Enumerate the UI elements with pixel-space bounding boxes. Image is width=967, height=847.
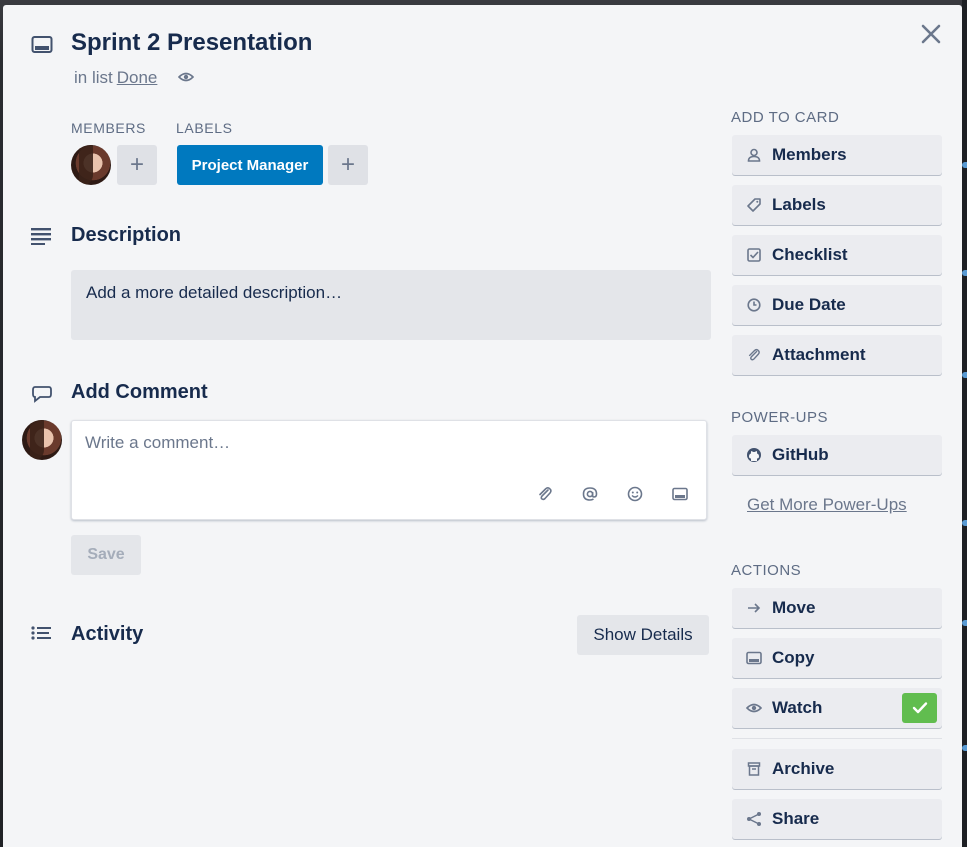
description-placeholder[interactable]: Add a more detailed description… [71,270,711,340]
activity-icon [31,626,51,640]
tag-icon [746,197,762,213]
at-icon [582,487,598,501]
add-member-button[interactable]: + [117,145,157,185]
card-title[interactable]: Sprint 2 Presentation [71,29,312,57]
arrow-right-icon [746,600,762,616]
sidebar-copy-button[interactable]: Copy [732,638,942,678]
add-to-card-label: ADD TO CARD [731,109,840,126]
actions-label: ACTIONS [731,562,802,579]
get-more-power-ups-link[interactable]: Get More Power-Ups [747,495,907,515]
in-list-prefix: in list [74,68,113,87]
sidebar-move-label: Move [772,598,816,617]
sidebar-members-button[interactable]: Members [732,135,942,175]
sidebar-move-button[interactable]: Move [732,588,942,628]
list-location: in list Done [74,68,157,88]
current-user-avatar [22,420,62,460]
sidebar-checklist-button[interactable]: Checklist [732,235,942,275]
show-details-button[interactable]: Show Details [577,615,709,655]
card-icon [31,36,53,53]
watch-active-badge [902,693,937,723]
card-detail-modal: Sprint 2 Presentation in list Done MEMBER… [3,5,962,847]
emoji-button[interactable] [623,482,647,506]
comment-icon [32,386,52,403]
description-icon [31,228,51,245]
watching-eye-icon [178,72,194,82]
sidebar-labels-button[interactable]: Labels [732,185,942,225]
paperclip-icon [746,347,762,363]
member-avatar[interactable] [71,145,111,185]
list-link[interactable]: Done [117,68,158,87]
sidebar-share-button[interactable]: Share [732,799,942,839]
card-icon [746,650,762,666]
sidebar-github-button[interactable]: GitHub [732,435,942,475]
sidebar-attachment-button[interactable]: Attachment [732,335,942,375]
description-heading: Description [71,224,182,246]
smiley-icon [627,486,643,502]
close-button[interactable] [915,18,947,50]
members-section-label: MEMBERS [71,120,146,136]
person-icon [746,147,762,163]
comment-composer [71,420,707,520]
activity-heading: Activity [71,623,144,645]
card-icon [672,487,688,501]
sidebar-archive-button[interactable]: Archive [732,749,942,789]
checkbox-icon [746,247,762,263]
checkmark-icon [912,702,927,714]
sidebar-members-label: Members [772,145,847,164]
add-label-button[interactable]: + [328,145,368,185]
sidebar-attachment-label: Attachment [772,345,866,364]
board-edge [962,0,967,847]
share-icon [746,811,762,827]
archive-icon [746,761,762,777]
github-icon [746,447,762,463]
sidebar-checklist-label: Checklist [772,245,848,264]
labels-section-label: LABELS [176,120,233,136]
clock-icon [746,297,762,313]
close-icon [921,24,941,44]
save-comment-button[interactable]: Save [71,535,141,575]
eye-icon [746,700,762,716]
sidebar-due-date-label: Due Date [772,295,846,314]
paperclip-icon [539,487,552,501]
comment-input[interactable] [72,421,706,481]
add-card-button[interactable] [668,482,692,506]
mention-button[interactable] [578,482,602,506]
label-project-manager[interactable]: Project Manager [177,145,323,185]
sidebar-watch-label: Watch [772,698,823,717]
sidebar-labels-label: Labels [772,195,826,214]
sidebar-share-label: Share [772,809,820,828]
sidebar-archive-label: Archive [772,759,835,778]
add-comment-heading: Add Comment [71,381,208,403]
attach-button[interactable] [533,482,557,506]
actions-divider [732,738,942,739]
power-ups-label: POWER-UPS [731,409,829,426]
sidebar-github-label: GitHub [772,445,829,464]
sidebar-copy-label: Copy [772,648,815,667]
sidebar-due-date-button[interactable]: Due Date [732,285,942,325]
